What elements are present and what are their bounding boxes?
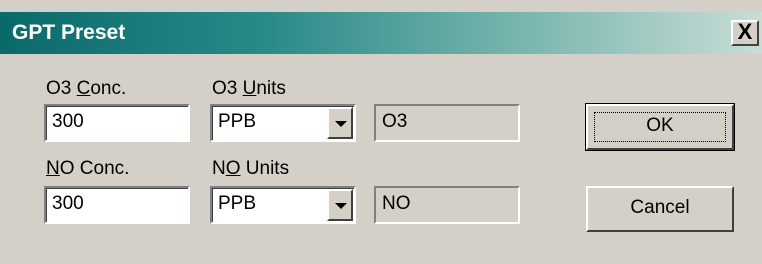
o3-units-label-mnemonic: U bbox=[242, 78, 257, 99]
close-button[interactable]: X bbox=[731, 20, 759, 46]
no-units-label: NO Units bbox=[212, 158, 289, 180]
no-conc-input[interactable]: 300 bbox=[44, 186, 190, 224]
o3-units-label: O3 Units bbox=[212, 78, 286, 100]
no-conc-label-post: O Conc. bbox=[59, 158, 130, 179]
ok-button[interactable]: OK bbox=[585, 103, 735, 151]
o3-gas-name-field: O3 bbox=[374, 104, 520, 142]
o3-units-dropdown-button[interactable] bbox=[327, 107, 353, 139]
no-units-dropdown-button[interactable] bbox=[327, 189, 353, 221]
no-units-label-post: Units bbox=[240, 158, 290, 179]
no-units-label-pre: N bbox=[212, 158, 226, 179]
o3-conc-label-post: onc. bbox=[90, 78, 127, 99]
cancel-button-label: Cancel bbox=[630, 197, 690, 218]
o3-units-value: PPB bbox=[218, 111, 257, 132]
window-title: GPT Preset bbox=[12, 21, 126, 44]
o3-conc-label-pre: O3 bbox=[46, 78, 77, 99]
o3-units-label-post: nits bbox=[256, 78, 286, 99]
ok-button-label: OK bbox=[646, 115, 674, 136]
title-bar[interactable]: GPT Preset X bbox=[0, 12, 762, 54]
no-conc-label: NO Conc. bbox=[46, 158, 129, 180]
no-gas-name-field: NO bbox=[374, 186, 520, 224]
o3-conc-label-mnemonic: C bbox=[76, 78, 91, 99]
no-conc-label-mnemonic: N bbox=[46, 158, 60, 179]
o3-conc-label: O3 Conc. bbox=[46, 78, 126, 100]
chevron-down-icon bbox=[335, 121, 347, 127]
o3-conc-input[interactable]: 300 bbox=[44, 104, 190, 142]
no-units-label-mnemonic: O bbox=[225, 158, 241, 179]
no-units-select[interactable]: PPB bbox=[210, 186, 356, 224]
o3-units-label-pre: O3 bbox=[212, 78, 243, 99]
gpt-preset-dialog: GPT Preset X O3 Conc. O3 Units 300 PPB O… bbox=[0, 0, 762, 264]
cancel-button[interactable]: Cancel bbox=[586, 186, 734, 232]
o3-units-select[interactable]: PPB bbox=[210, 104, 356, 142]
no-units-value: PPB bbox=[218, 193, 257, 214]
chevron-down-icon bbox=[335, 203, 347, 209]
